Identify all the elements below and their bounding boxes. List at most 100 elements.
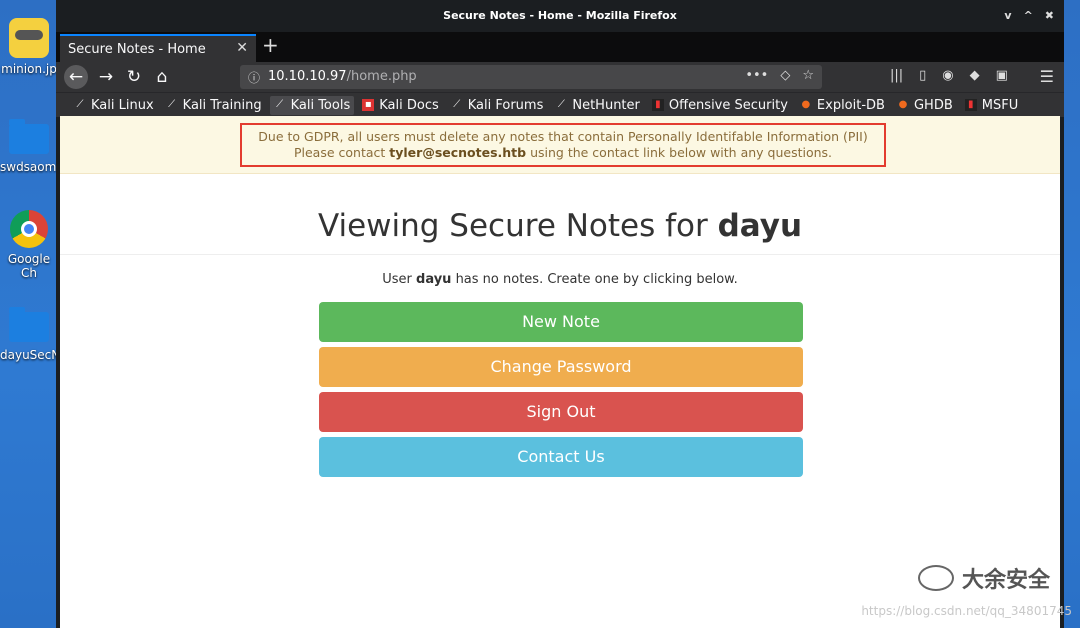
exploitdb-icon: ●	[801, 99, 811, 110]
sidebar-icon[interactable]: ▯	[919, 68, 926, 83]
docs-icon: ▪	[362, 99, 375, 111]
bookmark-star-icon[interactable]: ☆	[802, 68, 814, 83]
maximize-icon[interactable]: ^	[1024, 9, 1033, 22]
alert-text: using the contact link below with any qu…	[526, 145, 833, 160]
page-title-text: Viewing Secure Notes for	[317, 208, 718, 244]
browser-window: Secure Notes - Home - Mozilla Firefox v …	[56, 0, 1064, 628]
tab-label: Secure Notes - Home	[68, 42, 206, 57]
nav-toolbar: ← → ↻ ⌂ ⓘ 10.10.10.97/home.php ••• ◇ ☆ |…	[56, 62, 1064, 92]
no-notes-notice: User dayu has no notes. Create one by cl…	[60, 272, 1060, 287]
alert-line-1: Due to GDPR, all users must delete any n…	[258, 129, 868, 144]
window-title: Secure Notes - Home - Mozilla Firefox	[443, 9, 677, 22]
account-icon[interactable]: ◉	[942, 68, 953, 83]
notice-text: User	[382, 272, 417, 287]
page-title: Viewing Secure Notes for dayu	[60, 208, 1060, 254]
desktop-icon-label: minion.jp	[1, 62, 57, 76]
bookmark-msfu[interactable]: ▮ MSFU	[961, 96, 1022, 115]
bookmark-offensive-security[interactable]: ▮ Offensive Security	[648, 96, 792, 115]
bookmark-ghdb[interactable]: ● GHDB	[893, 96, 957, 115]
divider	[60, 254, 1060, 255]
close-tab-icon[interactable]: ✕	[236, 40, 248, 56]
desktop-icon-label: dayuSecN	[0, 348, 61, 362]
close-window-icon[interactable]: ✖	[1045, 9, 1054, 22]
kali-icon: ⟋	[276, 99, 284, 110]
ghdb-icon: ●	[898, 99, 908, 110]
desktop-icon-folder[interactable]: swdsaomi	[0, 118, 60, 174]
sign-out-button[interactable]: Sign Out	[319, 392, 803, 432]
extension-icon[interactable]: ◆	[970, 68, 980, 83]
image-file-icon	[9, 18, 49, 58]
bookmark-label: Kali Docs	[379, 97, 439, 113]
library-icon[interactable]: |||	[890, 68, 903, 83]
desktop-icon-chrome[interactable]: Google Ch	[0, 210, 58, 280]
kali-icon: ⟋	[76, 99, 84, 110]
contact-us-button[interactable]: Contact Us	[319, 437, 803, 477]
toolbar-right: ||| ▯ ◉ ◆ ▣	[890, 68, 1008, 83]
msfu-icon: ▮	[964, 99, 977, 111]
notice-username: dayu	[416, 272, 452, 287]
alert-text: Please contact	[293, 145, 390, 160]
bookmarks-toolbar: ⟋ Kali Linux ⟋ Kali Training ⟋ Kali Tools ▪…	[56, 92, 1064, 117]
home-button[interactable]: ⌂	[150, 65, 174, 89]
bookmark-label: Kali Training	[182, 97, 262, 113]
page-content: Due to GDPR, all users must delete any n…	[60, 116, 1060, 628]
minimize-icon[interactable]: v	[1004, 9, 1011, 22]
url-host: 10.10.10.97	[268, 69, 347, 84]
url-bar[interactable]: ⓘ 10.10.10.97/home.php ••• ◇ ☆	[240, 65, 822, 89]
csdn-watermark: https://blog.csdn.net/qq_34801745	[861, 604, 1072, 618]
window-titlebar: Secure Notes - Home - Mozilla Firefox v …	[56, 0, 1064, 32]
back-button[interactable]: ←	[64, 65, 88, 89]
nethunter-icon: ⟋	[557, 99, 565, 110]
gdpr-alert-bar: Due to GDPR, all users must delete any n…	[60, 116, 1060, 174]
bookmark-exploit-db[interactable]: ● Exploit-DB	[796, 96, 889, 115]
new-tab-button[interactable]: +	[262, 33, 279, 57]
kali-icon: ⟋	[453, 99, 461, 110]
tab-secure-notes[interactable]: Secure Notes - Home ✕	[60, 34, 256, 62]
gdpr-alert: Due to GDPR, all users must delete any n…	[240, 123, 886, 167]
pocket-icon[interactable]: ◇	[780, 68, 790, 83]
translate-icon[interactable]: ▣	[996, 68, 1008, 83]
desktop-icon-label: Google Ch	[7, 252, 51, 280]
bookmark-label: Exploit-DB	[816, 97, 885, 113]
desktop-icon-label: swdsaomi	[0, 160, 60, 174]
page-title-username: dayu	[717, 208, 803, 244]
bookmark-label: NetHunter	[572, 97, 640, 113]
bookmark-label: MSFU	[981, 97, 1019, 113]
bookmark-kali-forums[interactable]: ⟋ Kali Forums	[447, 96, 548, 115]
bookmark-label: Kali Tools	[290, 97, 351, 113]
bookmark-kali-docs[interactable]: ▪ Kali Docs	[358, 96, 443, 115]
bookmark-label: Offensive Security	[668, 97, 788, 113]
wechat-icon	[917, 565, 954, 591]
forward-button[interactable]: →	[94, 65, 118, 89]
folder-icon	[9, 119, 49, 154]
hamburger-menu-icon[interactable]: ☰	[1040, 67, 1054, 86]
wechat-watermark: 大余安全	[917, 562, 1050, 594]
alert-line-2: Please contact tyler@secnotes.htb using …	[242, 145, 884, 161]
bookmark-kali-tools[interactable]: ⟋ Kali Tools	[269, 95, 355, 115]
bookmark-kali-linux[interactable]: ⟋ Kali Linux	[70, 96, 158, 115]
tab-strip: Secure Notes - Home ✕ +	[56, 32, 1064, 62]
offsec-icon: ▮	[651, 99, 664, 111]
kali-icon: ⟋	[168, 99, 176, 110]
bookmark-label: Kali Linux	[91, 97, 154, 113]
site-info-icon[interactable]: ⓘ	[248, 69, 260, 86]
change-password-button[interactable]: Change Password	[319, 347, 803, 387]
url-path: /home.php	[346, 69, 417, 84]
watermark-text: 大余安全	[961, 568, 1050, 593]
desktop-icon-folder-2[interactable]: dayuSecN	[0, 306, 61, 362]
notice-text: has no notes. Create one by clicking bel…	[451, 272, 738, 287]
bookmark-kali-training[interactable]: ⟋ Kali Training	[162, 96, 266, 115]
folder-icon	[9, 307, 49, 342]
url-actions: ••• ◇ ☆	[745, 68, 814, 83]
bookmark-nethunter[interactable]: ⟋ NetHunter	[551, 96, 644, 115]
action-buttons: New Note Change Password Sign Out Contac…	[319, 302, 803, 482]
new-note-button[interactable]: New Note	[319, 302, 803, 342]
page-actions-icon[interactable]: •••	[745, 68, 768, 83]
reload-button[interactable]: ↻	[122, 65, 146, 89]
window-controls: v ^ ✖	[1004, 9, 1054, 22]
bookmark-label: Kali Forums	[467, 97, 544, 113]
contact-email: tyler@secnotes.htb	[389, 145, 527, 160]
bookmark-label: GHDB	[913, 97, 953, 113]
desktop-icon-minion[interactable]: minion.jp	[0, 18, 58, 76]
chrome-icon	[10, 210, 48, 248]
